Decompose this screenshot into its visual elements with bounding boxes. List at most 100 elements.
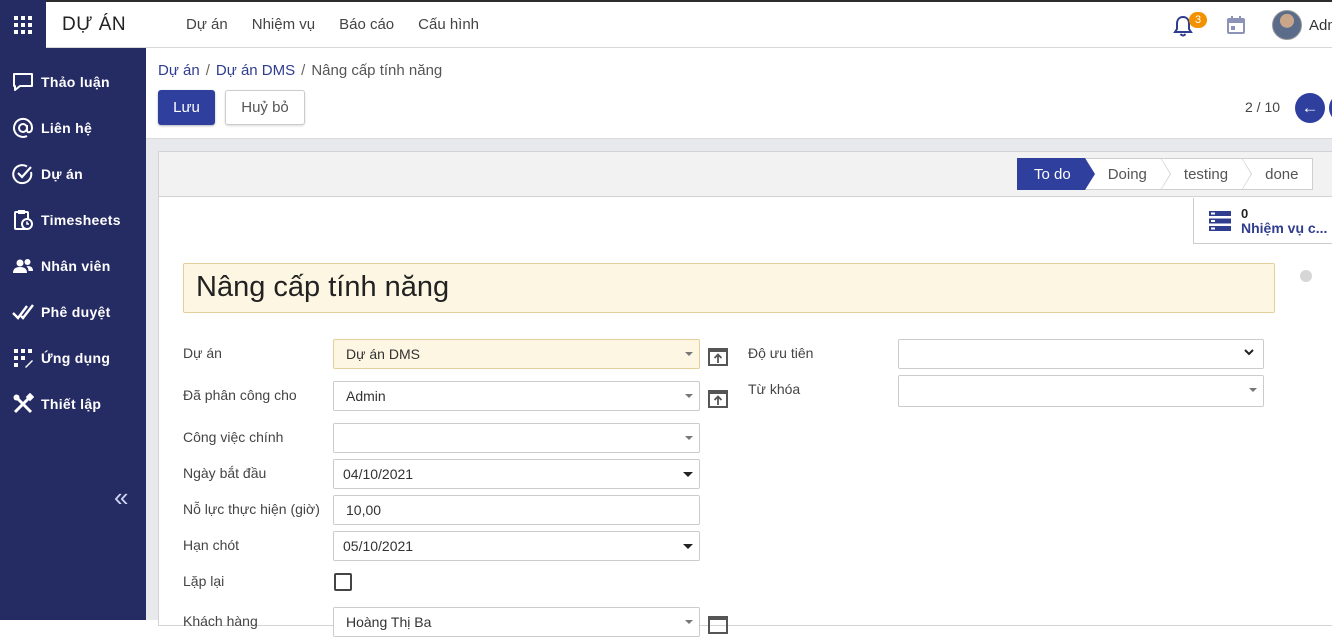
sidebar-item-employees[interactable]: Nhân viên <box>0 243 146 289</box>
status-bar: To do Doing testing done <box>159 152 1332 197</box>
notification-badge: 3 <box>1189 12 1207 28</box>
stage-done[interactable]: done <box>1242 158 1314 190</box>
external-link-icon[interactable] <box>708 348 728 366</box>
sidebar-item-label: Thảo luận <box>41 74 110 90</box>
pager-prev-button[interactable]: ← <box>1295 93 1325 123</box>
tools-icon <box>13 393 34 414</box>
project-value: Dự án DMS <box>346 346 420 362</box>
sidebar-item-label: Dự án <box>41 166 83 182</box>
top-menu-tasks[interactable]: Nhiệm vụ <box>252 16 315 33</box>
parent-task-select[interactable] <box>333 423 700 453</box>
sidebar-item-label: Timesheets <box>41 212 121 228</box>
sidebar-item-approvals[interactable]: Phê duyệt <box>0 289 146 335</box>
priority-select[interactable] <box>898 339 1264 369</box>
dropdown-caret-icon <box>1249 388 1257 392</box>
deadline-label: Hạn chót <box>183 537 240 553</box>
top-menu-configuration[interactable]: Cấu hình <box>418 16 479 33</box>
customer-label: Khách hàng <box>183 613 258 629</box>
app-title: DỰ ÁN <box>62 14 127 35</box>
deadline-value: 05/10/2021 <box>343 538 414 554</box>
customer-value: Hoàng Thị Ba <box>346 614 432 630</box>
sidebar-item-label: Thiết lập <box>41 396 102 412</box>
assigned-label: Đã phân công cho <box>183 387 297 403</box>
sidebar-item-label: Liên hệ <box>41 120 93 136</box>
at-sign-icon <box>13 117 34 138</box>
user-name[interactable]: Admin <box>1309 17 1332 34</box>
subtasks-label: Nhiệm vụ c... <box>1241 219 1328 236</box>
subtasks-smart-button[interactable]: 0 Nhiệm vụ c... <box>1193 198 1332 244</box>
assigned-value: Admin <box>346 388 386 404</box>
effort-input[interactable]: 10,00 <box>333 495 700 525</box>
start-date-value: 04/10/2021 <box>343 466 414 482</box>
top-navbar: DỰ ÁN Dự án Nhiệm vụ Báo cáo Cấu hình 3 … <box>0 0 1332 50</box>
sidebar-item-label: Phê duyệt <box>41 304 111 320</box>
top-menu-reports[interactable]: Báo cáo <box>339 16 394 33</box>
stage-pipeline: To do Doing testing done <box>1017 158 1314 190</box>
breadcrumb-projects[interactable]: Dự án <box>158 62 200 79</box>
subtasks-count: 0 <box>1241 205 1249 221</box>
double-check-icon <box>12 304 34 320</box>
control-panel: Dự án / Dự án DMS / Nâng cấp tính năng Lưu H… <box>146 48 1332 139</box>
effort-value: 10,00 <box>346 502 382 518</box>
check-circle-icon <box>12 164 33 185</box>
sidebar: Thảo luận Liên hệ Dự án Timesheets Nhân … <box>0 48 146 620</box>
external-link-icon[interactable] <box>708 616 728 634</box>
customer-select[interactable]: Hoàng Thị Ba <box>333 607 700 637</box>
dropdown-caret-icon <box>685 620 693 624</box>
project-label: Dự án <box>183 345 222 361</box>
sidebar-item-apps[interactable]: Ứng dụng <box>0 335 146 381</box>
tasks-list-icon <box>1209 210 1231 231</box>
sidebar-item-contacts[interactable]: Liên hệ <box>0 105 146 151</box>
sidebar-item-timesheets[interactable]: Timesheets <box>0 197 146 243</box>
assigned-select[interactable]: Admin <box>333 381 700 411</box>
task-title-input[interactable]: Nâng cấp tính năng <box>183 263 1275 313</box>
sidebar-item-discuss[interactable]: Thảo luận <box>0 59 146 105</box>
parent-task-label: Công việc chính <box>183 429 284 445</box>
sidebar-item-label: Nhân viên <box>41 258 111 274</box>
stage-to-do[interactable]: To do <box>1017 158 1095 190</box>
start-date-label: Ngày bắt đầu <box>183 465 267 481</box>
dropdown-caret-icon <box>685 352 693 356</box>
sidebar-item-projects[interactable]: Dự án <box>0 151 146 197</box>
breadcrumb-separator: / <box>301 62 306 79</box>
chevron-down-icon <box>1244 349 1254 356</box>
deadline-input[interactable]: 05/10/2021 <box>333 531 700 561</box>
sidebar-item-settings[interactable]: Thiết lập <box>0 381 146 427</box>
start-date-input[interactable]: 04/10/2021 <box>333 459 700 489</box>
dropdown-caret-icon <box>685 394 693 398</box>
save-button[interactable]: Lưu <box>158 90 215 125</box>
priority-label: Độ ưu tiên <box>748 345 814 361</box>
content-area: To do Doing testing done 0 Nhiệm vụ c...… <box>146 139 1332 637</box>
effort-label: Nỗ lực thực hiện (giờ) <box>183 501 320 517</box>
stage-testing[interactable]: testing <box>1160 158 1253 190</box>
form-sheet: To do Doing testing done 0 Nhiệm vụ c...… <box>158 151 1332 637</box>
dropdown-caret-icon <box>683 472 693 477</box>
pager-value: 2 / 10 <box>1245 99 1281 115</box>
top-menu-projects[interactable]: Dự án <box>186 16 228 33</box>
top-menu: Dự án Nhiệm vụ Báo cáo Cấu hình <box>186 16 479 33</box>
dropdown-caret-icon <box>683 544 693 549</box>
calendar-icon[interactable] <box>1226 15 1246 35</box>
avatar[interactable] <box>1272 10 1302 40</box>
repeat-checkbox[interactable] <box>334 573 352 591</box>
cancel-button[interactable]: Huỷ bỏ <box>225 90 305 125</box>
project-select[interactable]: Dự án DMS <box>333 339 700 369</box>
tags-label: Từ khóa <box>748 381 801 397</box>
app-menu-grid-icon[interactable] <box>0 0 46 50</box>
sidebar-item-label: Ứng dụng <box>41 350 111 366</box>
dropdown-caret-icon <box>685 436 693 440</box>
repeat-label: Lặp lại <box>183 573 225 589</box>
breadcrumb-project-dms[interactable]: Dự án DMS <box>216 62 295 79</box>
chat-icon <box>13 73 33 91</box>
users-icon <box>13 259 33 273</box>
clipboard-clock-icon <box>14 210 33 230</box>
external-link-icon[interactable] <box>708 390 728 408</box>
breadcrumb-separator: / <box>205 62 210 79</box>
stage-doing[interactable]: Doing <box>1084 158 1172 190</box>
breadcrumb: Dự án / Dự án DMS / Nâng cấp tính năng <box>158 62 442 79</box>
kanban-state-dot[interactable] <box>1300 270 1312 282</box>
breadcrumb-current: Nâng cấp tính năng <box>311 62 443 79</box>
tags-select[interactable] <box>898 375 1264 407</box>
apps-icon <box>14 349 33 368</box>
sidebar-collapse-icon[interactable]: « <box>114 484 128 510</box>
